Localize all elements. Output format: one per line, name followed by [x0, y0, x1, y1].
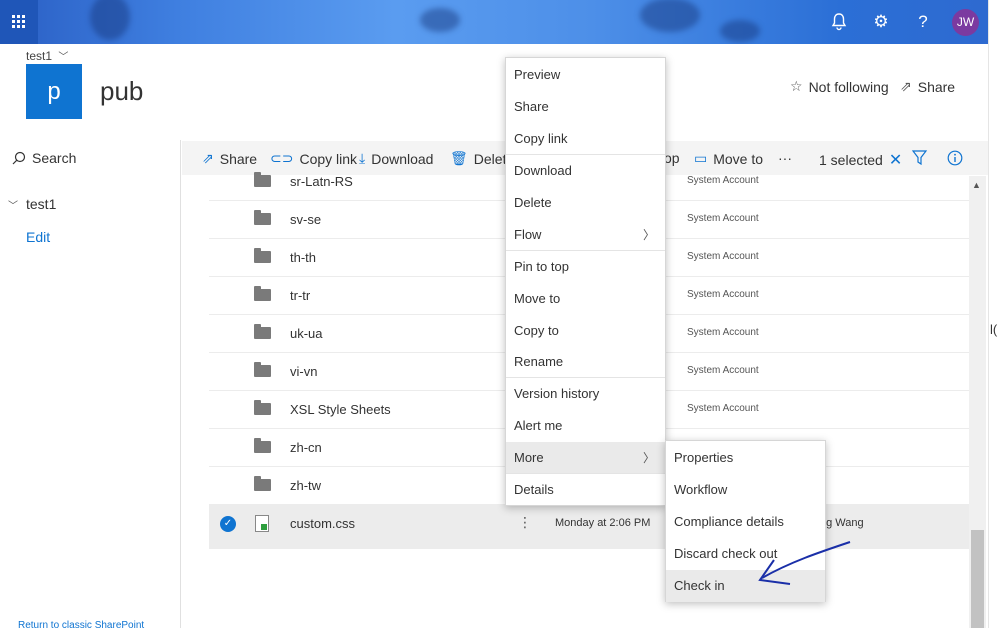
- menu-item-flow-label: Flow: [514, 227, 542, 242]
- app-launcher-icon[interactable]: [0, 0, 38, 44]
- menu-item-pin-to-top[interactable]: Pin to top: [506, 251, 665, 283]
- folder-icon: [254, 476, 271, 491]
- nav-group-test1[interactable]: ﹀ test1: [8, 196, 56, 212]
- nav-group-label: test1: [26, 196, 57, 212]
- modified-by: System Account: [687, 213, 759, 224]
- chevron-down-icon: ﹀: [8, 200, 18, 212]
- folder-icon: [254, 172, 271, 187]
- modified-by: ng Wang: [820, 517, 864, 529]
- modified-time: Monday at 2:06 PM: [555, 517, 651, 529]
- file-name[interactable]: XSL Style Sheets: [290, 402, 391, 417]
- modified-by: System Account: [687, 175, 759, 186]
- submenu-item-compliance-details[interactable]: Compliance details: [666, 506, 825, 538]
- left-navigation: [0, 140, 181, 628]
- folder-icon: [254, 324, 271, 339]
- modified-by: System Account: [687, 327, 759, 338]
- menu-item-alert-me[interactable]: Alert me: [506, 410, 665, 442]
- follow-label: Not following: [808, 78, 889, 95]
- menu-item-copy-to[interactable]: Copy to: [506, 315, 665, 347]
- menu-item-delete[interactable]: Delete: [506, 187, 665, 219]
- chevron-right-icon: 〉: [642, 228, 655, 242]
- context-menu: Preview Share Copy link Download Delete …: [505, 57, 666, 506]
- file-name[interactable]: zh-tw: [290, 478, 321, 493]
- nav-edit-link[interactable]: Edit: [26, 229, 50, 245]
- folder-icon: [254, 248, 271, 263]
- file-name[interactable]: sv-se: [290, 212, 321, 227]
- breadcrumb[interactable]: test1 ﹀: [26, 48, 68, 63]
- site-logo[interactable]: p: [26, 64, 82, 119]
- menu-item-share[interactable]: Share: [506, 91, 665, 123]
- folder-icon: [254, 438, 271, 453]
- submenu-item-discard-check-out[interactable]: Discard check out: [666, 538, 825, 570]
- menu-item-copy-link[interactable]: Copy link: [506, 123, 665, 155]
- menu-item-rename[interactable]: Rename: [506, 346, 665, 378]
- submenu-item-properties[interactable]: Properties: [666, 442, 825, 474]
- folder-icon: [254, 286, 271, 301]
- selected-row[interactable]: ✓ custom.css ⋮ Monday at 2:06 PM ng Wang: [209, 505, 969, 549]
- folder-icon: [254, 362, 271, 377]
- submenu-item-check-in[interactable]: Check in: [666, 570, 825, 602]
- menu-item-move-to[interactable]: Move to: [506, 283, 665, 315]
- file-name[interactable]: zh-cn: [290, 440, 322, 455]
- menu-item-download[interactable]: Download: [506, 155, 665, 187]
- file-name[interactable]: vi-vn: [290, 364, 317, 379]
- scroll-up-arrow-icon[interactable]: ▲: [972, 180, 981, 190]
- edge-text: l(: [990, 322, 998, 337]
- menu-item-more-label: More: [514, 450, 544, 465]
- search-label: Search: [32, 150, 77, 166]
- breadcrumb-label: test1: [26, 49, 53, 63]
- star-icon: ☆: [790, 78, 803, 94]
- menu-item-preview[interactable]: Preview: [506, 59, 665, 91]
- file-name[interactable]: custom.css: [290, 516, 355, 531]
- help-icon[interactable]: ?: [911, 10, 935, 34]
- share-icon: ⇗: [900, 78, 912, 94]
- menu-item-details[interactable]: Details: [506, 474, 665, 506]
- search-icon: [12, 151, 26, 165]
- site-share-label: Share: [917, 78, 956, 95]
- avatar[interactable]: JW: [952, 9, 979, 36]
- more-vertical-icon[interactable]: ⋮: [518, 514, 532, 531]
- page-title[interactable]: pub: [100, 76, 143, 107]
- chevron-down-icon: ﹀: [58, 52, 69, 63]
- more-submenu: Properties Workflow Compliance details D…: [665, 440, 826, 602]
- modified-by: System Account: [687, 403, 759, 414]
- menu-item-more[interactable]: More 〉: [506, 442, 665, 474]
- css-file-icon: [255, 515, 269, 532]
- file-name[interactable]: th-th: [290, 250, 316, 265]
- folder-icon: [254, 400, 271, 415]
- folder-icon: [254, 210, 271, 225]
- modified-by: System Account: [687, 289, 759, 300]
- menu-item-version-history[interactable]: Version history: [506, 378, 665, 410]
- submenu-item-workflow[interactable]: Workflow: [666, 474, 825, 506]
- modified-by: System Account: [687, 251, 759, 262]
- file-name[interactable]: uk-ua: [290, 326, 323, 341]
- file-name[interactable]: tr-tr: [290, 288, 310, 303]
- scrollbar-thumb[interactable]: [971, 530, 984, 628]
- follow-button[interactable]: ☆ Not following: [790, 78, 889, 95]
- gear-icon[interactable]: ⚙: [869, 10, 893, 34]
- modified-by: System Account: [687, 365, 759, 376]
- file-name[interactable]: sr-Latn-RS: [290, 174, 353, 189]
- menu-item-flow[interactable]: Flow 〉: [506, 219, 665, 251]
- search-box[interactable]: Search: [12, 150, 76, 166]
- bell-icon[interactable]: [827, 10, 851, 34]
- checkmark-icon[interactable]: ✓: [220, 516, 236, 532]
- window-edge: [988, 0, 999, 628]
- chevron-right-icon: 〉: [642, 451, 655, 465]
- site-share-button[interactable]: ⇗ Share: [900, 78, 955, 95]
- classic-sharepoint-link[interactable]: Return to classic SharePoint: [18, 620, 144, 631]
